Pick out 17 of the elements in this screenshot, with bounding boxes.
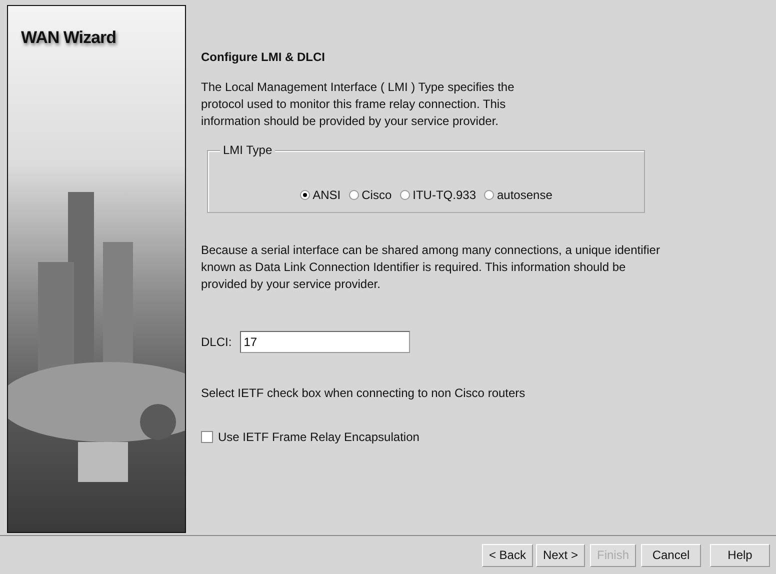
wizard-button[interactable]: Cancel — [641, 544, 701, 566]
wizard-button[interactable]: < Back — [482, 544, 533, 566]
dlci-field[interactable]: 17 — [240, 331, 410, 353]
ietf-checkbox[interactable]: Use IETF Frame Relay Encapsulation — [201, 430, 776, 444]
wizard-button[interactable]: Help — [710, 544, 770, 566]
lmi-description: The Local Management Interface ( LMI ) Type specifies the protocol used to monitor this frame relay connection. This information should be provided by your service provider. — [201, 79, 516, 130]
dlci-description: Because a serial interface can be shared among many connections, a unique identifier known as Data Link Connection Identifier is required. This information should be provided by your service provider. — [201, 242, 661, 293]
radio-option[interactable]: ANSI — [300, 188, 341, 202]
wizard-title: WAN Wizard — [21, 28, 116, 48]
radio-option[interactable]: Cisco — [348, 188, 392, 202]
page-heading: Configure LMI & DLCI — [201, 50, 326, 64]
ietf-note: Select IETF check box when connecting to non Cisco routers — [201, 385, 526, 402]
radio-option[interactable]: ITU-TQ.933 — [400, 188, 476, 202]
group-legend: LMI Type — [220, 143, 276, 157]
dlci-label: DLCI: — [201, 335, 232, 349]
wizard-button[interactable]: Next > — [536, 544, 585, 566]
radio-option[interactable]: autosense — [484, 188, 552, 202]
